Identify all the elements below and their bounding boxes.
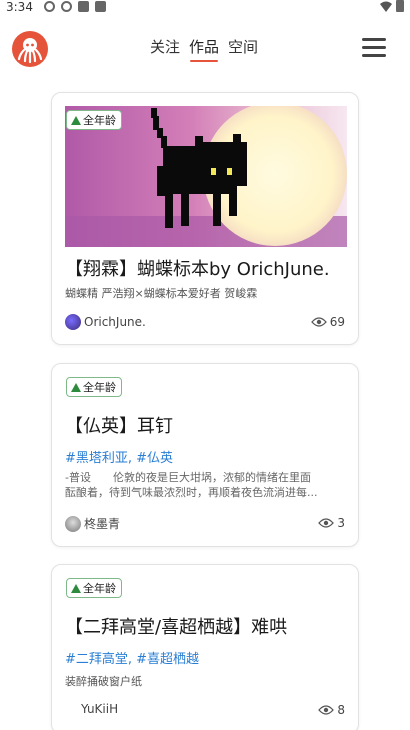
age-rating-badge: 全年龄	[66, 578, 122, 598]
triangle-icon	[71, 583, 81, 593]
sync-icon	[61, 1, 72, 12]
eye-icon	[318, 518, 335, 528]
view-count: 8	[318, 703, 345, 717]
status-bar: 3:34	[0, 0, 410, 16]
work-tags[interactable]: #二拜高堂, #喜超栖越	[65, 648, 199, 667]
work-title[interactable]: 【翔霖】蝴蝶标本by OrichJune.	[65, 255, 330, 281]
view-count-value: 8	[337, 703, 345, 717]
avatar	[65, 515, 81, 532]
work-summary: 蝴蝶精 严浩翔×蝴蝶标本爱好者 贺峻霖	[65, 287, 258, 300]
work-tags[interactable]: #黑塔利亚, #仏英	[65, 447, 173, 466]
eye-icon	[310, 317, 327, 327]
work-summary: 装醉捅破窗户纸	[65, 675, 142, 688]
tab-following[interactable]: 关注	[150, 36, 180, 62]
triangle-icon	[71, 115, 81, 125]
author-name: OrichJune.	[84, 315, 146, 329]
tab-space[interactable]: 空间	[228, 36, 258, 62]
hamburger-menu-icon[interactable]	[362, 38, 386, 60]
badge-label: 全年龄	[83, 114, 116, 127]
notification-icons	[44, 1, 106, 12]
author[interactable]: 柊墨青	[65, 515, 120, 532]
app-notification-icon	[78, 1, 89, 12]
age-rating-badge: 全年龄	[66, 377, 122, 397]
excerpt-line: 酝酿着，待到气味最浓烈时，再顺着夜色流淌进每...	[65, 486, 318, 499]
excerpt-line: -普设 伦敦的夜是巨大坩埚，浓郁的情绪在里面	[65, 471, 311, 484]
view-count-value: 69	[329, 315, 345, 329]
top-tabs: 关注 作品 空间	[150, 36, 258, 62]
badge-label: 全年龄	[83, 582, 116, 595]
triangle-icon	[71, 382, 81, 392]
sync-icon	[44, 1, 55, 12]
work-card[interactable]: 全年龄 【翔霖】蝴蝶标本by OrichJune. 蝴蝶精 严浩翔×蝴蝶标本爱好…	[51, 92, 359, 345]
tab-works[interactable]: 作品	[189, 36, 219, 62]
age-rating-badge: 全年龄	[66, 110, 122, 130]
view-count-value: 3	[337, 516, 345, 530]
author[interactable]: YuKiiH	[81, 702, 118, 716]
battery-icon	[396, 0, 404, 12]
author-name: YuKiiH	[81, 702, 119, 716]
work-excerpt: -普设 伦敦的夜是巨大坩埚，浓郁的情绪在里面 酝酿着，待到气味最浓烈时，再顺着夜…	[65, 470, 347, 500]
view-count: 69	[310, 315, 345, 329]
avatar	[65, 314, 81, 330]
work-title[interactable]: 【仏英】耳钉	[65, 412, 173, 438]
app-notification-icon	[95, 1, 106, 12]
work-title[interactable]: 【二拜高堂/喜超栖越】难哄	[65, 613, 287, 639]
work-card[interactable]: 全年龄 【仏英】耳钉 #黑塔利亚, #仏英 -普设 伦敦的夜是巨大坩埚，浓郁的情…	[51, 363, 359, 547]
status-time: 3:34	[6, 0, 33, 14]
work-card[interactable]: 全年龄 【二拜高堂/喜超栖越】难哄 #二拜高堂, #喜超栖越 装醉捅破窗户纸 Y…	[51, 564, 359, 730]
author-name: 柊墨青	[84, 517, 121, 531]
wifi-icon	[380, 1, 392, 12]
app-header: 关注 作品 空间	[0, 26, 410, 72]
author[interactable]: OrichJune.	[65, 314, 146, 330]
badge-label: 全年龄	[83, 381, 116, 394]
eye-icon	[318, 705, 335, 715]
octopus-logo-icon[interactable]	[12, 31, 48, 67]
system-icons	[380, 0, 404, 12]
view-count: 3	[318, 516, 345, 530]
